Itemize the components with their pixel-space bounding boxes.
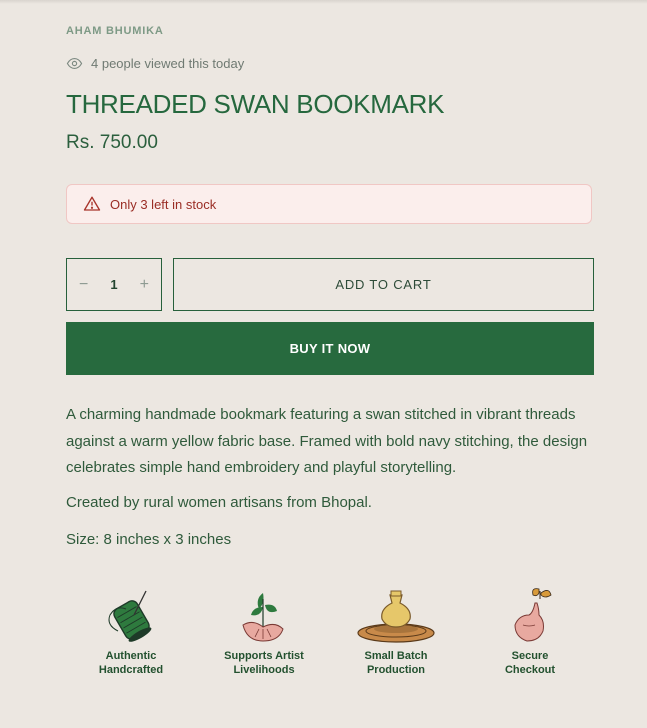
thread-spool-icon (108, 590, 152, 642)
hand-butterfly-icon (514, 588, 552, 642)
feature-supports-artist: Supports Artist Livelihoods (209, 585, 319, 677)
buy-it-now-button[interactable]: BUY IT NOW (66, 322, 594, 375)
top-edge-shadow (0, 0, 647, 4)
product-size: Size: 8 inches x 3 inches (66, 531, 232, 548)
feature-label-line2: Livelihoods (233, 664, 295, 676)
warning-icon (83, 196, 101, 211)
feature-label-line1: Small Batch (364, 650, 428, 662)
product-title: THREADED SWAN BOOKMARK (66, 89, 445, 119)
product-description: A charming handmade bookmark featuring a… (66, 406, 588, 476)
viewers-text: 4 people viewed this today (91, 56, 245, 71)
feature-label-line1: Authentic (105, 650, 157, 662)
low-stock-alert: Only 3 left in stock (66, 184, 592, 224)
quantity-decrease-button[interactable]: − (79, 276, 88, 294)
hand-sapling-icon (242, 593, 284, 642)
stock-text: Only 3 left in stock (110, 196, 217, 212)
feature-label-line2: Handcrafted (98, 664, 164, 676)
feature-label-line1: Supports Artist (224, 650, 304, 662)
quantity-increase-button[interactable]: + (140, 276, 149, 294)
quantity-input[interactable]: 1 (110, 277, 117, 292)
quantity-stepper: − 1 + (66, 258, 162, 311)
feature-label-line1: Secure (511, 650, 549, 662)
feature-secure-checkout: Secure Checkout (475, 585, 585, 677)
add-to-cart-button[interactable]: ADD TO CART (173, 258, 594, 311)
feature-label-line2: Checkout (504, 664, 556, 676)
artisans-note: Created by rural women artisans from Bho… (66, 494, 372, 511)
vendor-name[interactable]: AHAM BHUMIKA (66, 25, 164, 37)
feature-small-batch: Small Batch Production (341, 585, 451, 677)
product-price: Rs. 750.00 (66, 132, 158, 153)
viewers-notice: 4 people viewed this today (66, 55, 244, 72)
feature-authentic-handcrafted: Authentic Handcrafted (76, 585, 186, 677)
pottery-wheel-icon (357, 590, 435, 643)
feature-label-line2: Production (366, 664, 426, 676)
eye-icon (66, 57, 83, 70)
